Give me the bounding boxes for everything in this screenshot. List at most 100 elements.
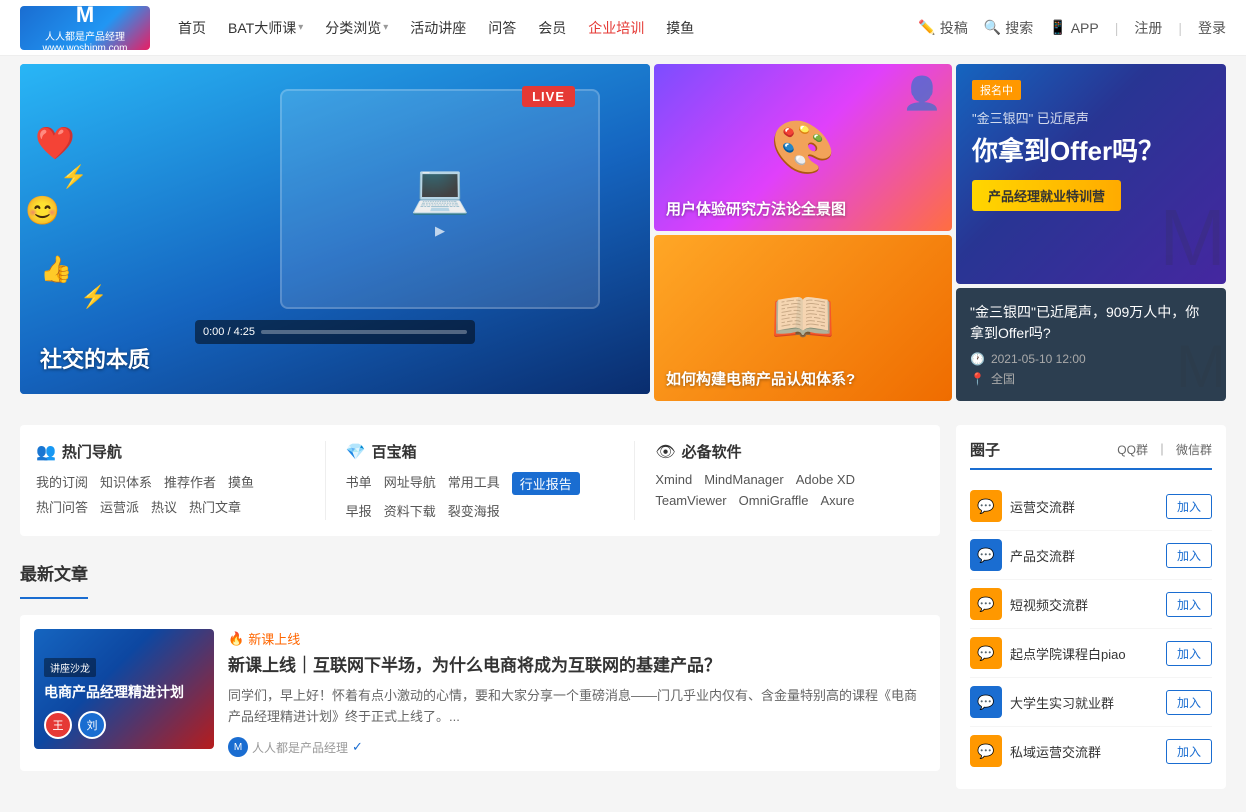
baobao-link-books[interactable]: 书单: [346, 472, 372, 495]
hot-nav-header: 👥 热门导航: [36, 441, 305, 462]
nav-item-bat[interactable]: BAT大师课 ▾: [220, 18, 311, 38]
group-avatar-ops: 💬: [970, 490, 1002, 522]
nav-link-operations[interactable]: 运营派: [100, 497, 139, 516]
group-avatar-university: 💬: [970, 686, 1002, 718]
card-top-deco: 👤: [902, 74, 942, 112]
article-meta: M 人人都是产品经理 ✓: [228, 737, 926, 757]
group-avatar-product: 💬: [970, 539, 1002, 571]
nav-item-member[interactable]: 会员: [530, 18, 574, 38]
article-thumbnail[interactable]: 讲座沙龙 电商产品经理精进计划 王 刘: [34, 629, 214, 749]
nav-link-subscription[interactable]: 我的订阅: [36, 472, 88, 491]
nav-item-events[interactable]: 活动讲座: [402, 18, 474, 38]
join-button-shortvideo[interactable]: 加入: [1166, 592, 1212, 617]
divider-sidebar: ｜: [1156, 441, 1168, 458]
card-bottom-icon: 📖: [771, 287, 836, 348]
baobao-header: 💎 百宝箱: [346, 441, 615, 462]
promo-offer-card[interactable]: 报名中 "金三银四" 已近尾声 你拿到Offer吗？ 产品经理就业特训营 M: [956, 64, 1226, 284]
site-logo[interactable]: M 人人都是产品经理 www.woshipm.com: [20, 6, 150, 50]
article-excerpt: 同学们，早上好！怀着有点小激动的心情，要和大家分享一个重磅消息——门几乎业内仅有…: [228, 686, 926, 728]
nav-link-fish[interactable]: 摸鱼: [228, 472, 254, 491]
avatar2: 刘: [78, 711, 106, 739]
video-time: 0:00 / 4:25: [203, 326, 255, 338]
register-link[interactable]: 注册: [1134, 18, 1162, 38]
sw-link-omnigraffle[interactable]: OmniGraffle: [739, 493, 809, 508]
article-author: M 人人都是产品经理 ✓: [228, 737, 363, 757]
software-header: 👁 必备软件: [655, 441, 924, 462]
group-avatar-shortvideo: 💬: [970, 588, 1002, 620]
baobao-link-resources[interactable]: 资料下载: [384, 501, 436, 520]
emoji-smile: 😊: [25, 194, 60, 227]
promo-event-card[interactable]: "金三银四"已近尾声，909万人中，你拿到Offer吗? 🕐 2021-05-1…: [956, 288, 1226, 401]
emoji-like: 👍: [40, 254, 72, 285]
group-item-ops: 💬 运营交流群 加入: [970, 482, 1212, 531]
laptop-area: 💻 ▶: [270, 79, 610, 319]
join-button-ops[interactable]: 加入: [1166, 494, 1212, 519]
nav-item-browse[interactable]: 分类浏览 ▾: [317, 18, 396, 38]
main-content: 👥 热门导航 我的订阅 知识体系 推荐作者 摸鱼 热门问答 运营派 热议 热门文…: [0, 409, 1246, 801]
baobao-box: 💎 百宝箱 书单 网址导航 常用工具 行业报告 早报 资料下载 裂变海报: [346, 441, 615, 520]
nav-link-authors[interactable]: 推荐作者: [164, 472, 216, 491]
nav-item-home[interactable]: 首页: [170, 18, 214, 38]
groups-section: 圈子 QQ群 ｜ 微信群 💬 运营交流群 加入 💬 产品交流群: [956, 425, 1226, 789]
wechat-group-link[interactable]: 微信群: [1176, 441, 1212, 458]
join-button-product[interactable]: 加入: [1166, 543, 1212, 568]
chevron-down-icon: ▾: [383, 22, 388, 33]
group-name-product: 产品交流群: [1010, 546, 1075, 565]
nav-link-trending[interactable]: 热议: [151, 497, 177, 516]
post-button[interactable]: ✏️ 投稿: [918, 18, 967, 38]
group-item-shortvideo: 💬 短视频交流群 加入: [970, 580, 1212, 629]
hero-right-cards: 🎨 👤 用户体验研究方法论全景图 📖 如何构建电商产品认知体系?: [654, 64, 952, 401]
lightning2: ⚡: [80, 284, 107, 310]
baobao-title: 百宝箱: [372, 441, 417, 462]
hero-card-ecom[interactable]: 📖 如何构建电商产品认知体系?: [654, 235, 952, 402]
sw-link-axure[interactable]: Axure: [820, 493, 854, 508]
nav-item-qa[interactable]: 问答: [480, 18, 524, 38]
divider-nav1: [325, 441, 326, 520]
nav-item-fish[interactable]: 摸鱼: [658, 18, 702, 38]
nav-link-top-articles[interactable]: 热门文章: [189, 497, 241, 516]
promo-cta-button[interactable]: 产品经理就业特训营: [972, 180, 1121, 211]
baobao-link-reports[interactable]: 行业报告: [512, 472, 580, 495]
nav-item-enterprise[interactable]: 企业培训: [580, 18, 652, 38]
sw-link-teamviewer[interactable]: TeamViewer: [655, 493, 726, 508]
hero-card-label-ux: 用户体验研究方法论全景图: [666, 198, 846, 219]
promo-subtitle: "金三银四" 已近尾声: [972, 108, 1210, 127]
baobao-link-poster[interactable]: 裂变海报: [448, 501, 500, 520]
qq-group-link[interactable]: QQ群: [1117, 441, 1148, 458]
hero-card-ux[interactable]: 🎨 👤 用户体验研究方法论全景图: [654, 64, 952, 231]
divider: |: [1115, 20, 1119, 36]
sw-link-mindmanager[interactable]: MindManager: [704, 472, 784, 487]
group-left-qidian: 💬 起点学院课程白piao: [970, 637, 1126, 669]
divider2: |: [1178, 20, 1182, 36]
group-left-private: 💬 私域运营交流群: [970, 735, 1101, 767]
author-avatar: M: [228, 737, 248, 757]
clock-icon: 🕐: [970, 352, 985, 366]
search-button[interactable]: 🔍 搜索: [984, 18, 1033, 38]
baobao-link-nav[interactable]: 网址导航: [384, 472, 436, 495]
sw-link-xmind[interactable]: Xmind: [655, 472, 692, 487]
software-title: 必备软件: [682, 441, 742, 462]
header: M 人人都是产品经理 www.woshipm.com 首页 BAT大师课 ▾ 分…: [0, 0, 1246, 56]
login-link[interactable]: 登录: [1198, 18, 1226, 38]
join-button-university[interactable]: 加入: [1166, 690, 1212, 715]
live-badge: LIVE: [522, 86, 575, 107]
latest-articles-title: 最新文章: [20, 552, 88, 599]
hero-main-banner[interactable]: ❤️ 😊 👍 ⚡ ⚡ 💻 ▶ LIVE 0:00 / 4:25 社交: [20, 64, 650, 394]
group-name-shortvideo: 短视频交流群: [1010, 595, 1088, 614]
sidebar-header: 圈子 QQ群 ｜ 微信群: [970, 439, 1212, 470]
sw-link-adobexd[interactable]: Adobe XD: [796, 472, 855, 487]
join-button-private[interactable]: 加入: [1166, 739, 1212, 764]
nav-link-qa[interactable]: 热门问答: [36, 497, 88, 516]
group-name-ops: 运营交流群: [1010, 497, 1075, 516]
baobao-link-morning[interactable]: 早报: [346, 501, 372, 520]
verified-icon: ✓: [352, 739, 363, 755]
article-title[interactable]: 新课上线｜互联网下半场，为什么电商将成为互联网的基建产品？: [228, 654, 926, 678]
article-info: 🔥 新课上线 新课上线｜互联网下半场，为什么电商将成为互联网的基建产品？ 同学们…: [228, 629, 926, 757]
progress-track: [261, 330, 467, 334]
group-avatar-private: 💬: [970, 735, 1002, 767]
app-button[interactable]: 📱 APP: [1049, 19, 1098, 36]
baobao-link-tools[interactable]: 常用工具: [448, 472, 500, 495]
nav-boxes: 👥 热门导航 我的订阅 知识体系 推荐作者 摸鱼 热门问答 运营派 热议 热门文…: [20, 425, 940, 536]
join-button-qidian[interactable]: 加入: [1166, 641, 1212, 666]
nav-link-knowledge[interactable]: 知识体系: [100, 472, 152, 491]
